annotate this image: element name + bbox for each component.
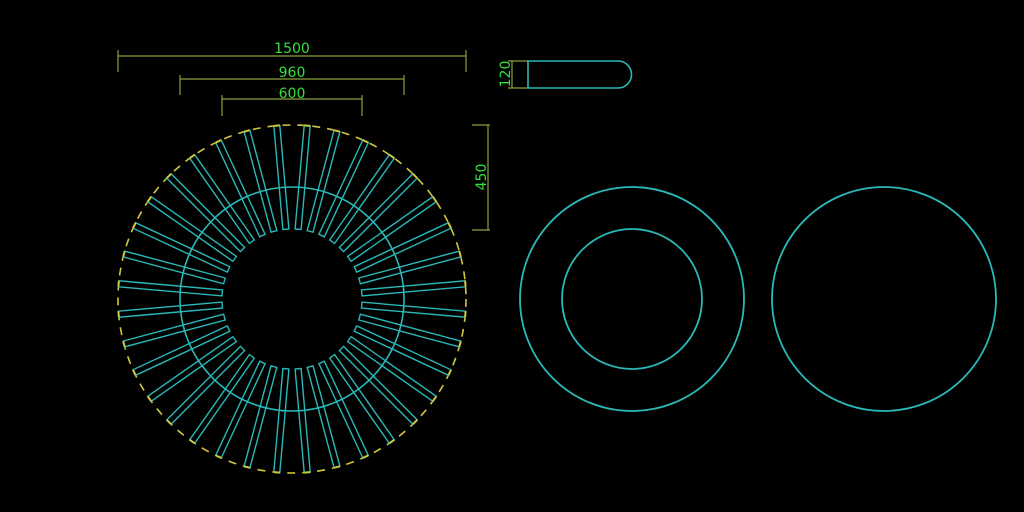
dimension-inner-label: 600	[279, 86, 306, 102]
dimension-profile-label: 120	[498, 61, 514, 88]
slat-end-cap	[117, 280, 120, 287]
dimension-middle-label: 960	[279, 65, 306, 81]
slat-end-cap	[117, 311, 120, 318]
slat-end-cap	[464, 280, 467, 287]
slat-end-cap	[304, 124, 311, 127]
dimension-overall-label: 1500	[274, 41, 310, 57]
dimension-height-label: 450	[474, 164, 490, 191]
slat-end-cap	[273, 471, 280, 474]
slat-end-cap	[304, 471, 311, 474]
slat-end-cap	[273, 124, 280, 127]
cad-drawing: 1500 960 600 450 120	[0, 0, 1024, 512]
slat-end-cap	[464, 311, 467, 318]
